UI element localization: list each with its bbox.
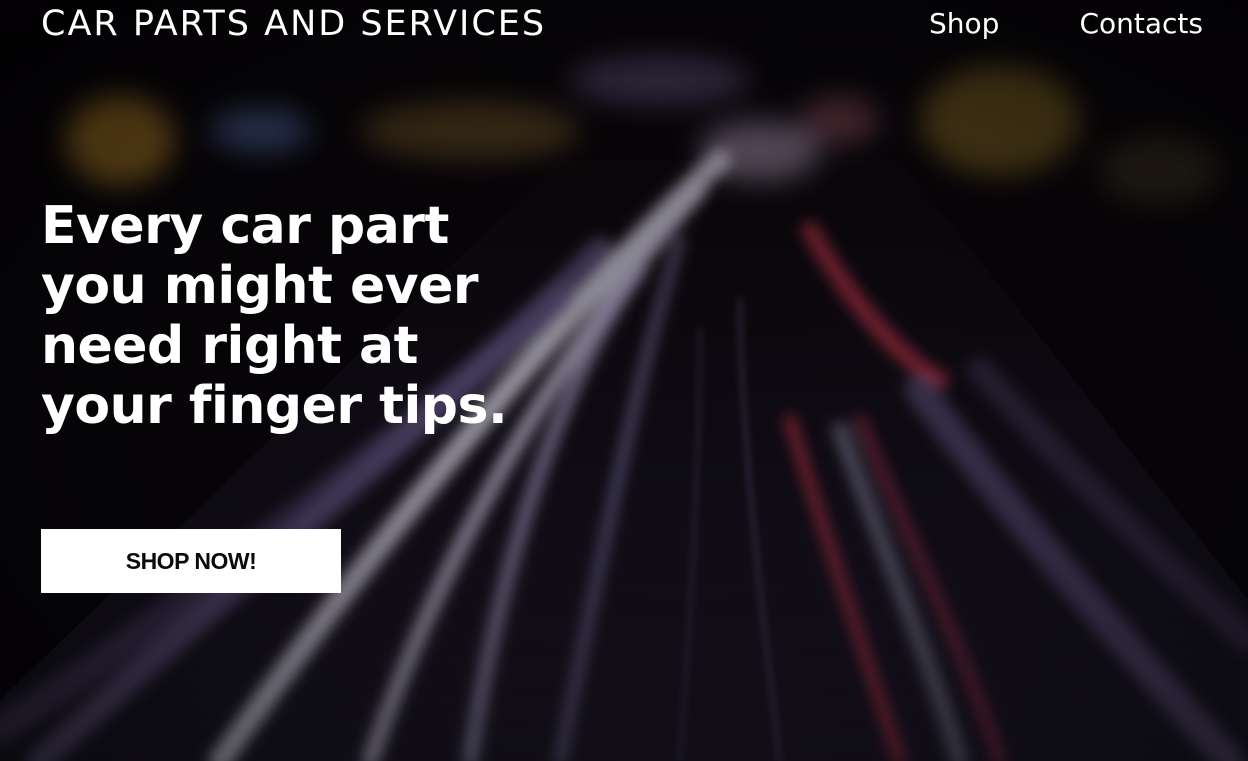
nav-link-shop[interactable]: Shop bbox=[929, 4, 999, 44]
nav-link-contacts[interactable]: Contacts bbox=[1079, 4, 1203, 44]
main-nav: Shop Contacts bbox=[929, 4, 1203, 44]
hero-headline-line: your finger tips. bbox=[41, 376, 508, 436]
hero-headline: Every car part you might ever need right… bbox=[41, 196, 511, 436]
hero-section: CAR PARTS AND SERVICES Shop Contacts Eve… bbox=[0, 0, 1248, 761]
hero-headline-line: you might ever bbox=[41, 256, 479, 316]
hero-headline-line: Every car part bbox=[41, 196, 449, 256]
brand-logo-text[interactable]: CAR PARTS AND SERVICES bbox=[41, 4, 546, 44]
hero-headline-line: need right at bbox=[41, 316, 419, 376]
site-header: CAR PARTS AND SERVICES Shop Contacts bbox=[0, 0, 1248, 50]
shop-now-button[interactable]: SHOP NOW! bbox=[41, 529, 341, 593]
